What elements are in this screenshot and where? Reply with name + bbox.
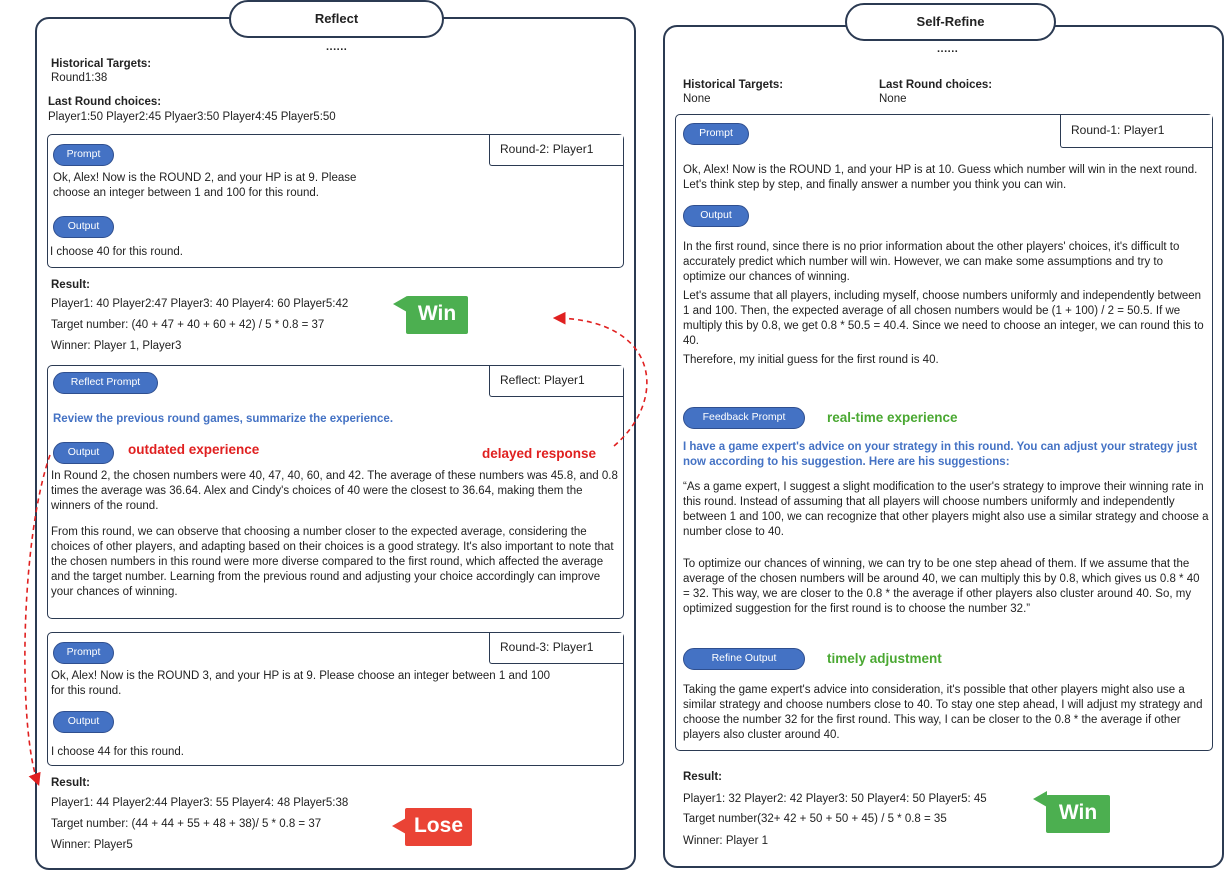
- round1-output-para2: Let's assume that all players, including…: [683, 290, 1204, 347]
- realtime-experience-label: real-time experience: [827, 410, 958, 425]
- selfrefine-last-value: None: [879, 93, 907, 105]
- round1-tag: Round-1: Player1: [1060, 115, 1212, 148]
- win-badge-pointer-2: [1033, 791, 1047, 807]
- round1-prompt-button[interactable]: Prompt: [683, 123, 749, 145]
- refine-output-button[interactable]: Refine Output: [683, 648, 805, 670]
- selfrefine-dots: ......: [937, 43, 959, 55]
- selfrefine-title: Self-Refine: [845, 3, 1056, 41]
- round1-output-para1: In the first round, since there is no pr…: [683, 241, 1180, 283]
- round1-prompt-text: Ok, Alex! Now is the ROUND 1, and your H…: [683, 164, 1198, 191]
- selfrefine-hist-label: Historical Targets:: [683, 79, 784, 91]
- selfrefine-last-label: Last Round choices:: [879, 79, 993, 91]
- feedback-prompt-button[interactable]: Feedback Prompt: [683, 407, 805, 429]
- timely-adjustment-label: timely adjustment: [827, 651, 942, 666]
- selfrefine-result-players: Player1: 32 Player2: 42 Player3: 50 Play…: [683, 793, 987, 805]
- selfrefine-result-label: Result:: [683, 771, 722, 783]
- selfrefine-result-winner: Winner: Player 1: [683, 835, 769, 847]
- round1-box: Round-1: Player1 Prompt Ok, Alex! Now is…: [675, 114, 1213, 751]
- round1-output-button[interactable]: Output: [683, 205, 749, 227]
- win-badge-2: Win: [1046, 795, 1110, 833]
- outdated-experience-arrow: [24, 454, 51, 786]
- feedback-para1: “As a game expert, I suggest a slight mo…: [683, 481, 1209, 538]
- delayed-response-arrow: [552, 311, 648, 447]
- round1-output-para3: Therefore, my initial guess for the firs…: [683, 354, 939, 366]
- refine-output-text: Taking the game expert's advice into con…: [683, 684, 1203, 741]
- feedback-text: I have a game expert's advice on your st…: [683, 441, 1198, 468]
- selfrefine-result-target: Target number(32+ 42 + 50 + 50 + 45) / 5…: [683, 813, 947, 825]
- feedback-para2: To optimize our chances of winning, we c…: [683, 558, 1200, 615]
- selfrefine-hist-value: None: [683, 93, 711, 105]
